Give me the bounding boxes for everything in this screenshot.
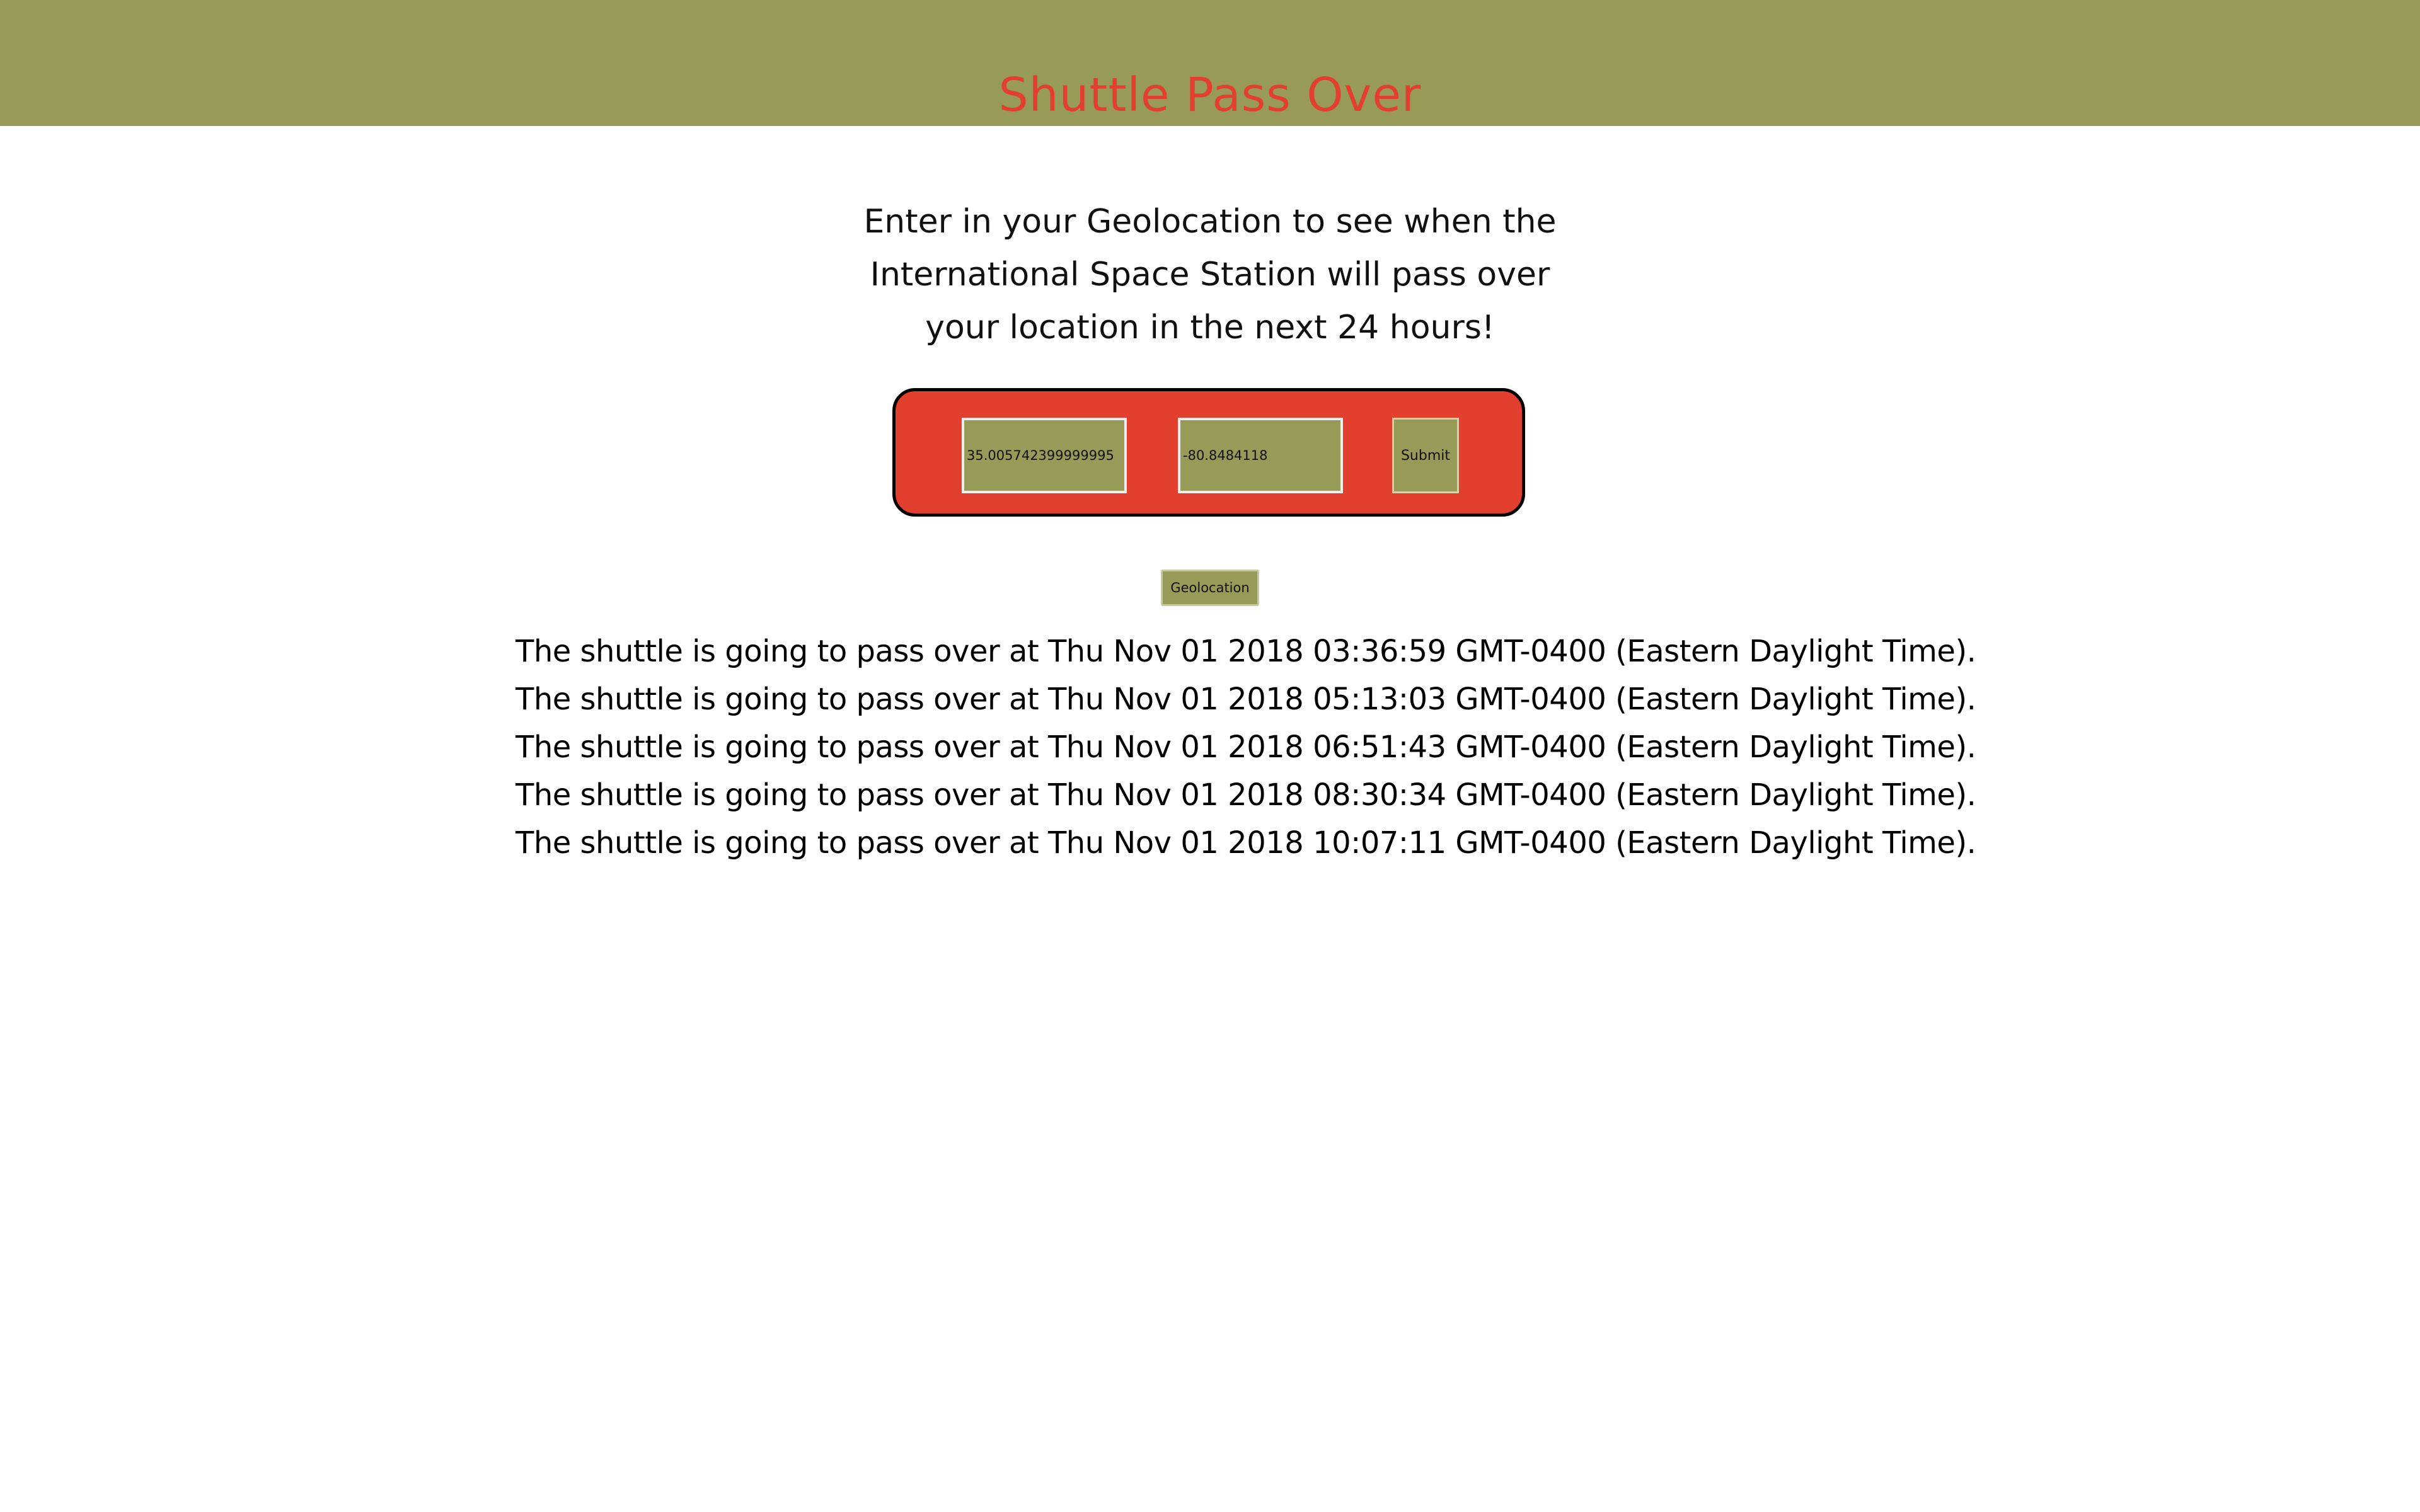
geolocation-form: Submit xyxy=(892,388,1525,517)
latitude-input[interactable] xyxy=(962,418,1127,493)
result-line: The shuttle is going to pass over at Thu… xyxy=(516,682,1976,717)
result-line: The shuttle is going to pass over at Thu… xyxy=(516,777,1976,813)
submit-button[interactable]: Submit xyxy=(1392,418,1459,493)
longitude-input[interactable] xyxy=(1178,418,1343,493)
header-bar: Shuttle Pass Over xyxy=(0,0,2420,126)
result-line: The shuttle is going to pass over at Thu… xyxy=(516,730,1976,765)
page-title: Shuttle Pass Over xyxy=(998,67,1422,122)
intro-text: Enter in your Geolocation to see when th… xyxy=(863,203,1557,346)
result-line: The shuttle is going to pass over at Thu… xyxy=(516,634,1976,669)
pass-over-results: The shuttle is going to pass over at Thu… xyxy=(516,627,1976,867)
result-line: The shuttle is going to pass over at Thu… xyxy=(516,825,1976,861)
geolocation-button[interactable]: Geolocation xyxy=(1161,570,1259,606)
